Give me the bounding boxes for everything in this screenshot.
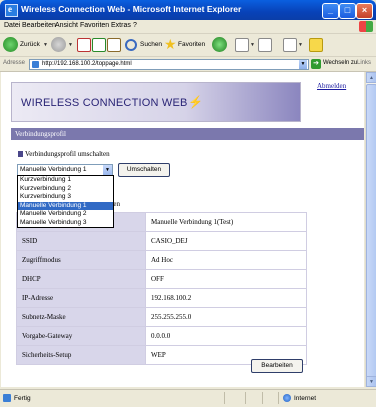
setting-key: Subnetz-Maske [17,308,145,326]
address-url[interactable]: http://192.168.100.2/toppage.html [42,61,132,67]
banner-title: WIRELESS CONNECTION WEB [21,97,188,109]
scroll-down-icon[interactable]: ▼ [366,376,376,387]
setting-key: Vorgabe-Gateway [17,327,145,345]
page-icon [32,61,39,68]
setting-value: 0.0.0.0 [146,327,306,345]
back-label[interactable]: Zurück [20,41,40,48]
refresh-icon[interactable] [92,38,106,52]
back-arrow-icon[interactable] [3,37,18,52]
ie-icon: e [5,4,18,17]
header-banner: WIRELESS CONNECTION WEB ⚡ [11,82,301,122]
go-button[interactable]: Wechseln zu [323,60,357,66]
table-row: Vorgabe-Gateway 0.0.0.0 [17,327,306,345]
zone-label: Internet [294,395,317,402]
chevron-down-icon[interactable]: ▼ [103,165,112,175]
address-dropdown-icon[interactable]: ▼ [299,60,307,69]
browser-window: e Wireless Connection Web - Microsoft In… [0,0,376,407]
favorites-star-icon[interactable]: ★ [164,36,177,53]
profile-dropdown-list: Kurzverbindung 1 Kurzverbindung 2 Kurzve… [17,175,114,228]
setting-key: IP-Adresse [17,289,145,307]
status-divider [262,392,263,404]
table-row: SSID CASIO_DEJ [17,232,306,250]
history-icon[interactable] [212,37,227,52]
settings-table: Manuelle Verbindung 1(Test) SSID CASIO_D… [16,212,307,365]
setting-value: CASIO_DEJ [146,232,306,250]
edit-icon[interactable] [283,38,297,52]
page-done-icon [3,394,11,402]
dropdown-option-selected[interactable]: Manuelle Verbindung 1 [18,201,113,210]
setting-value: OFF [146,270,306,288]
logout-link[interactable]: Abmelden [317,82,346,90]
search-label[interactable]: Suchen [140,41,162,48]
dropdown-option[interactable]: Manuelle Verbindung 2 [18,210,113,219]
go-arrow-icon[interactable]: ➔ [311,59,321,69]
switch-profile-text: Verbindungsprofil umschalten [25,150,110,158]
table-row: Subnetz-Maske 255.255.255.0 [17,308,306,326]
folder-icon[interactable] [309,38,323,52]
back-dropdown-icon[interactable]: ▼ [43,42,48,48]
vertical-scrollbar[interactable]: ▲ ▼ [365,72,376,387]
setting-value: 255.255.255.0 [146,308,306,326]
edit-dropdown-icon[interactable]: ▼ [298,42,303,48]
print-icon[interactable] [258,38,272,52]
setting-key: SSID [17,232,145,250]
forward-arrow-icon[interactable] [51,37,66,52]
mail-icon[interactable] [235,38,249,52]
setting-key: DHCP [17,270,145,288]
search-icon[interactable] [125,39,137,51]
scroll-thumb[interactable] [366,84,376,378]
windows-logo-icon [359,21,373,32]
close-button[interactable]: × [356,3,373,19]
section-header: Verbindungsprofil [11,128,364,140]
menu-bearbeiten[interactable]: Bearbeiten [22,22,56,29]
table-row: DHCP OFF [17,270,306,288]
internet-globe-icon [283,394,291,402]
dropdown-option[interactable]: Kurzverbindung 3 [18,193,113,202]
setting-key: Sicherheits-Setup [17,346,145,364]
dropdown-option[interactable]: Kurzverbindung 2 [18,185,113,194]
setting-key: Zugriffmodus [17,251,145,269]
setting-value: Manuelle Verbindung 1(Test) [146,213,306,231]
window-title: Wireless Connection Web - Microsoft Inte… [21,4,242,14]
status-divider [278,392,279,404]
home-icon[interactable] [107,38,121,52]
menu-favoriten[interactable]: Favoriten [80,22,109,29]
status-bar: Fertig Internet [0,389,376,407]
status-text: Fertig [14,395,31,402]
table-row: IP-Adresse 192.168.100.2 [17,289,306,307]
setting-value: Ad Hoc [146,251,306,269]
forward-dropdown-icon[interactable]: ▼ [68,42,73,48]
toolbar: Zurück ▼ ▼ Suchen ★ Favoriten ▼ ▼ [0,34,376,57]
switch-profile-label: Verbindungsprofil umschalten [18,150,110,158]
title-bar: e Wireless Connection Web - Microsoft In… [0,0,376,20]
menu-ansicht[interactable]: Ansicht [55,22,78,29]
setting-value: 192.168.100.2 [146,289,306,307]
table-row: Zugriffmodus Ad Hoc [17,251,306,269]
menu-help[interactable]: ? [133,22,137,29]
stop-icon[interactable] [77,38,91,52]
favorites-label[interactable]: Favoriten [178,41,205,48]
menu-datei[interactable]: Datei [4,22,20,29]
edit-button[interactable]: Bearbeiten [251,359,303,373]
status-divider [224,392,225,404]
minimize-button[interactable]: _ [322,3,339,19]
bullet-icon [18,151,23,157]
menu-extras[interactable]: Extras [111,22,131,29]
links-button[interactable]: Links [357,60,371,66]
dropdown-option[interactable]: Manuelle Verbindung 3 [18,219,113,228]
address-label: Adresse [3,60,26,66]
switch-button[interactable]: Umschalten [118,163,170,177]
page-content: WIRELESS CONNECTION WEB ⚡ Abmelden Verbi… [1,72,364,387]
status-divider [245,392,246,404]
menu-bar: Datei Bearbeiten Ansicht Favoriten Extra… [0,20,376,34]
signal-icon: ⚡ [188,95,203,109]
address-bar: Adresse http://192.168.100.2/toppage.htm… [0,57,376,72]
mail-dropdown-icon[interactable]: ▼ [250,42,255,48]
dropdown-option[interactable]: Kurzverbindung 1 [18,176,113,185]
address-input[interactable]: http://192.168.100.2/toppage.html ▼ [29,59,309,70]
scroll-up-icon[interactable]: ▲ [366,72,376,83]
profile-select-value[interactable]: Manuelle Verbindung 1 [20,166,87,173]
maximize-button[interactable]: □ [339,3,356,19]
